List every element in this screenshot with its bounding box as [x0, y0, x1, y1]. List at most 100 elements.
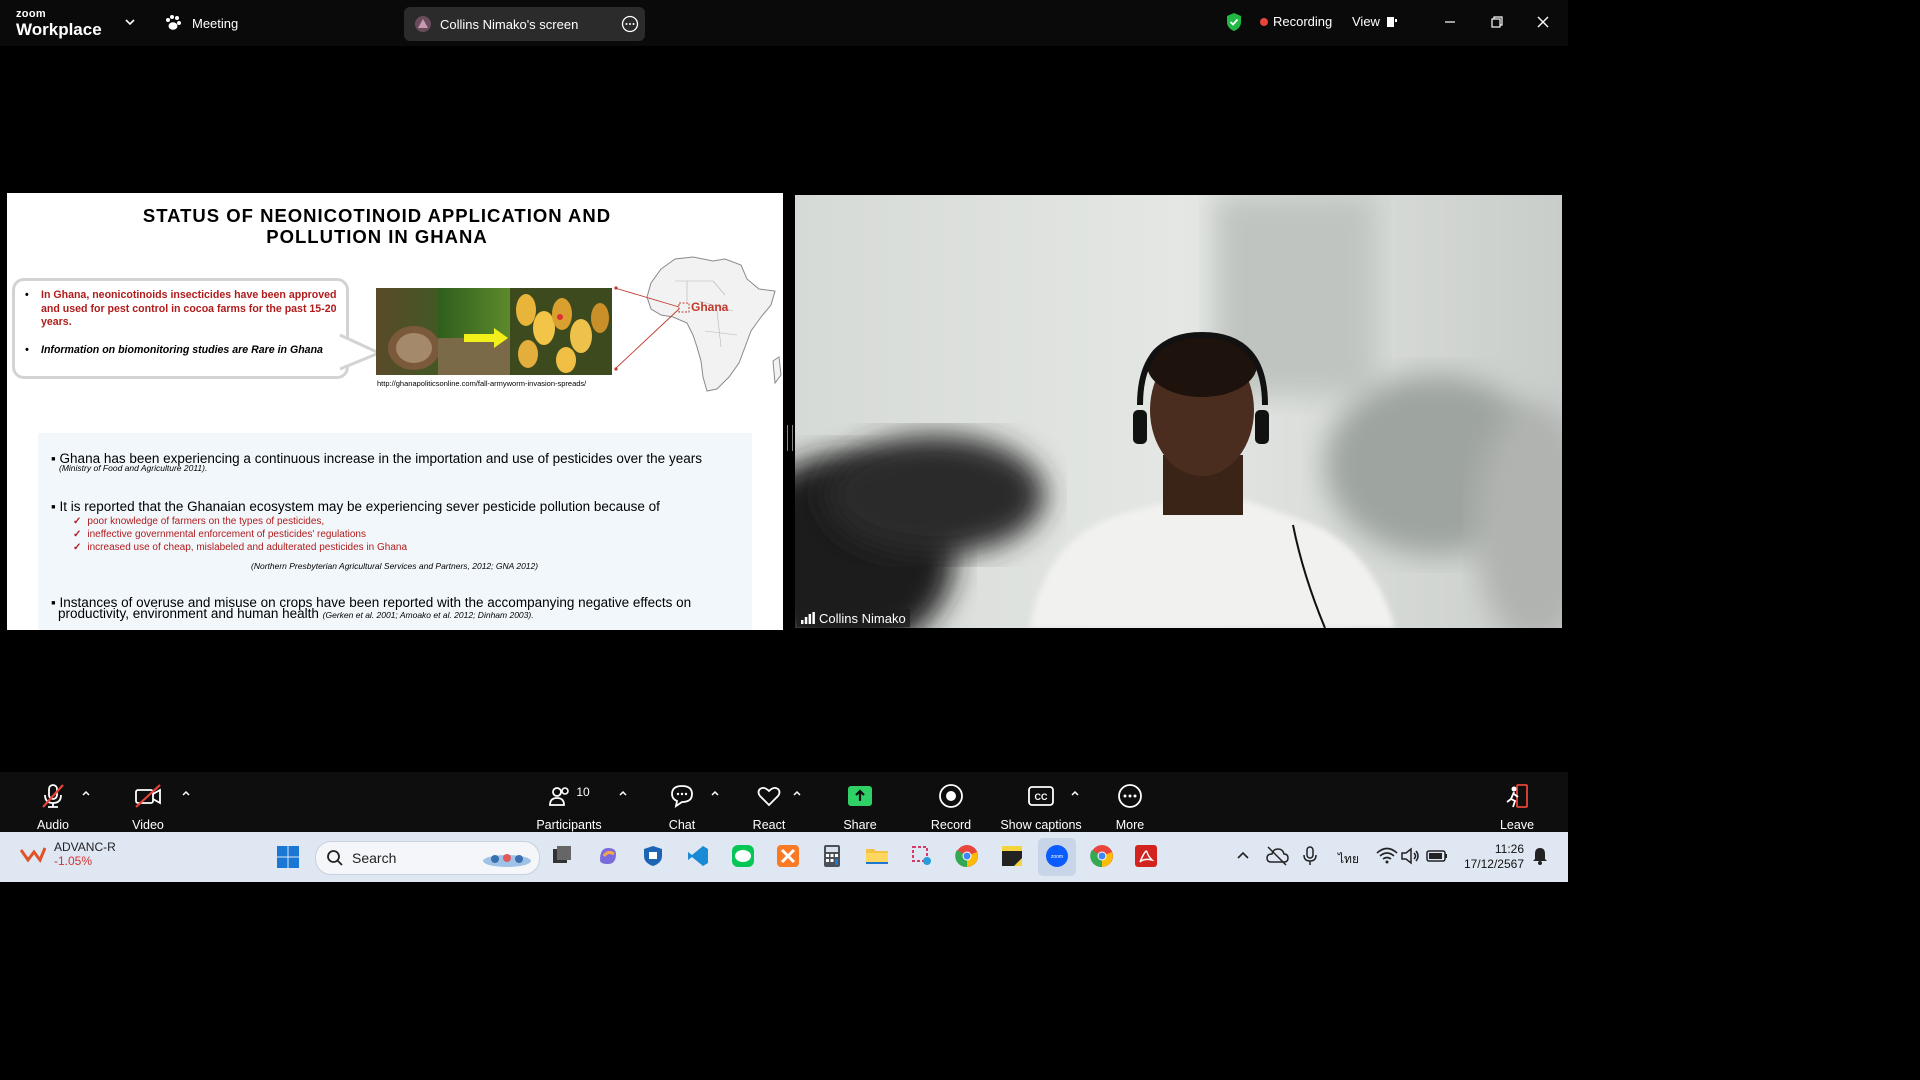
record-button[interactable]: Record: [911, 782, 991, 832]
cloud-sync-icon[interactable]: [1265, 844, 1289, 868]
screen-share-label: Collins Nimako's screen: [440, 16, 579, 32]
record-label: Record: [930, 818, 972, 832]
chrome-icon[interactable]: [955, 844, 979, 868]
snipping-tool-icon[interactable]: [910, 844, 934, 868]
acrobat-icon[interactable]: [1134, 844, 1158, 868]
image-source-url: http://ghanapoliticsonline.com/fall-army…: [377, 379, 587, 388]
participant-name: Collins Nimako: [819, 610, 906, 626]
file-explorer-icon[interactable]: [865, 844, 889, 868]
zoom-app-icon[interactable]: zoom: [1045, 844, 1069, 868]
volume-icon[interactable]: [1399, 844, 1423, 868]
svg-text:CC: CC: [1035, 792, 1048, 802]
callout-tail: [337, 333, 381, 371]
screen-share-indicator[interactable]: Collins Nimako's screen: [404, 7, 645, 41]
zoom-logo: zoom Workplace: [16, 8, 102, 39]
close-icon[interactable]: [1533, 12, 1553, 32]
system-clock[interactable]: 11:26 17/12/2567: [1456, 842, 1524, 872]
logo-workplace-text: Workplace: [16, 20, 102, 39]
check-icon: ✓: [73, 529, 82, 540]
split-view-divider[interactable]: [787, 425, 793, 451]
bullet-1-citation: (Ministry of Food and Agriculture 2011).: [59, 463, 208, 473]
sticky-notes-icon[interactable]: [1000, 844, 1024, 868]
recording-indicator[interactable]: Recording: [1260, 14, 1332, 29]
notification-bell-icon[interactable]: [1530, 844, 1550, 868]
xampp-icon[interactable]: [776, 844, 800, 868]
input-language-indicator[interactable]: ไทย: [1338, 850, 1359, 869]
video-button[interactable]: Video: [108, 782, 188, 832]
minimize-icon[interactable]: [1440, 12, 1460, 32]
view-layout-icon: [1386, 16, 1397, 27]
windows-start-icon[interactable]: [276, 845, 300, 869]
slide-bullet-3-cont: productivity, environment and human heal…: [58, 606, 534, 621]
bullet-3-citation: (Gerken et al. 2001; Amoako et al. 2012;…: [322, 610, 534, 620]
chat-icon: [671, 785, 693, 808]
video-options-caret-icon[interactable]: [181, 789, 191, 799]
wifi-icon[interactable]: [1375, 844, 1399, 868]
meeting-menu[interactable]: Meeting: [164, 14, 238, 32]
react-options-caret-icon[interactable]: [792, 789, 802, 799]
captions-label: Show captions: [1000, 818, 1082, 832]
calculator-icon[interactable]: [820, 844, 844, 868]
africa-map: Ghana: [614, 256, 782, 392]
line-app-icon[interactable]: [731, 844, 755, 868]
check-item: ✓ poor knowledge of farmers on the types …: [73, 515, 407, 528]
captions-options-caret-icon[interactable]: [1070, 789, 1080, 799]
logo-zoom-text: zoom: [16, 8, 46, 20]
chat-options-caret-icon[interactable]: [710, 789, 720, 799]
security-shield-icon[interactable]: [1224, 12, 1244, 32]
participant-video-frame: [795, 195, 1562, 628]
show-hidden-icons-chevron-icon[interactable]: [1233, 844, 1253, 868]
participants-label: Participants: [536, 818, 602, 832]
callout-bullet-1: In Ghana, neonicotinoids insecticides ha…: [15, 289, 338, 330]
heart-icon: [757, 786, 781, 807]
more-icon: [1118, 784, 1142, 808]
bullet-dot: ▪: [51, 499, 60, 514]
stock-change: -1.05%: [54, 854, 93, 868]
stock-name: ADVANC-R: [54, 840, 116, 854]
share-button[interactable]: Share: [820, 782, 900, 832]
recording-dot-icon: [1260, 17, 1268, 26]
more-button[interactable]: More: [1090, 782, 1170, 832]
bullet-3-text-line2: productivity, environment and human heal…: [58, 606, 319, 621]
more-options-icon[interactable]: [621, 15, 639, 33]
share-label: Share: [843, 818, 877, 832]
callout-bullet-2: Information on biomonitoring studies are…: [15, 344, 338, 358]
meeting-label: Meeting: [192, 15, 239, 31]
copilot-icon[interactable]: [596, 844, 620, 868]
clock-date: 17/12/2567: [1463, 857, 1524, 871]
chevron-down-icon[interactable]: [124, 16, 136, 28]
leave-label: Leave: [1499, 818, 1535, 832]
ghana-map-label: Ghana: [691, 300, 729, 314]
video-label: Video: [132, 818, 164, 832]
leave-button[interactable]: Leave: [1477, 782, 1557, 832]
microphone-icon[interactable]: [1298, 844, 1322, 868]
record-icon: [939, 784, 963, 808]
stock-widget[interactable]: ADVANC-R -1.05%: [20, 840, 116, 868]
participants-options-caret-icon[interactable]: [618, 789, 628, 799]
participant-video[interactable]: [795, 195, 1562, 628]
restore-icon[interactable]: [1487, 12, 1507, 32]
vscode-icon[interactable]: [686, 844, 710, 868]
shared-slide: STATUS OF NEONICOTINOID APPLICATION AND …: [7, 193, 783, 630]
battery-icon[interactable]: [1425, 844, 1449, 868]
chat-label: Chat: [668, 818, 696, 832]
task-view-icon[interactable]: [550, 844, 574, 868]
audio-label: Audio: [37, 818, 69, 832]
search-icon: [327, 850, 343, 866]
cocoa-photo-collage: [376, 288, 612, 375]
closed-captions-icon: CC: [1028, 786, 1054, 806]
chrome-profile-icon[interactable]: [1090, 844, 1114, 868]
signal-bars-icon: [801, 612, 815, 624]
bullet-2-citation: (Northern Presbyterian Agricultural Serv…: [251, 561, 539, 571]
svg-text:zoom: zoom: [1051, 854, 1063, 860]
audio-options-caret-icon[interactable]: [81, 789, 91, 799]
view-button[interactable]: View: [1352, 14, 1398, 29]
share-screen-icon: [848, 786, 872, 806]
bullet-2-text: It is reported that the Ghanaian ecosyst…: [59, 499, 660, 514]
taskbar-search[interactable]: Search: [315, 841, 540, 875]
slide-title: STATUS OF NEONICOTINOID APPLICATION AND …: [7, 205, 747, 247]
check-item: ✓ increased use of cheap, mislabeled and …: [73, 541, 407, 554]
security-app-icon[interactable]: [641, 844, 665, 868]
participant-name-label: Collins Nimako: [797, 609, 910, 627]
participants-button[interactable]: 10 Participants: [529, 782, 609, 832]
